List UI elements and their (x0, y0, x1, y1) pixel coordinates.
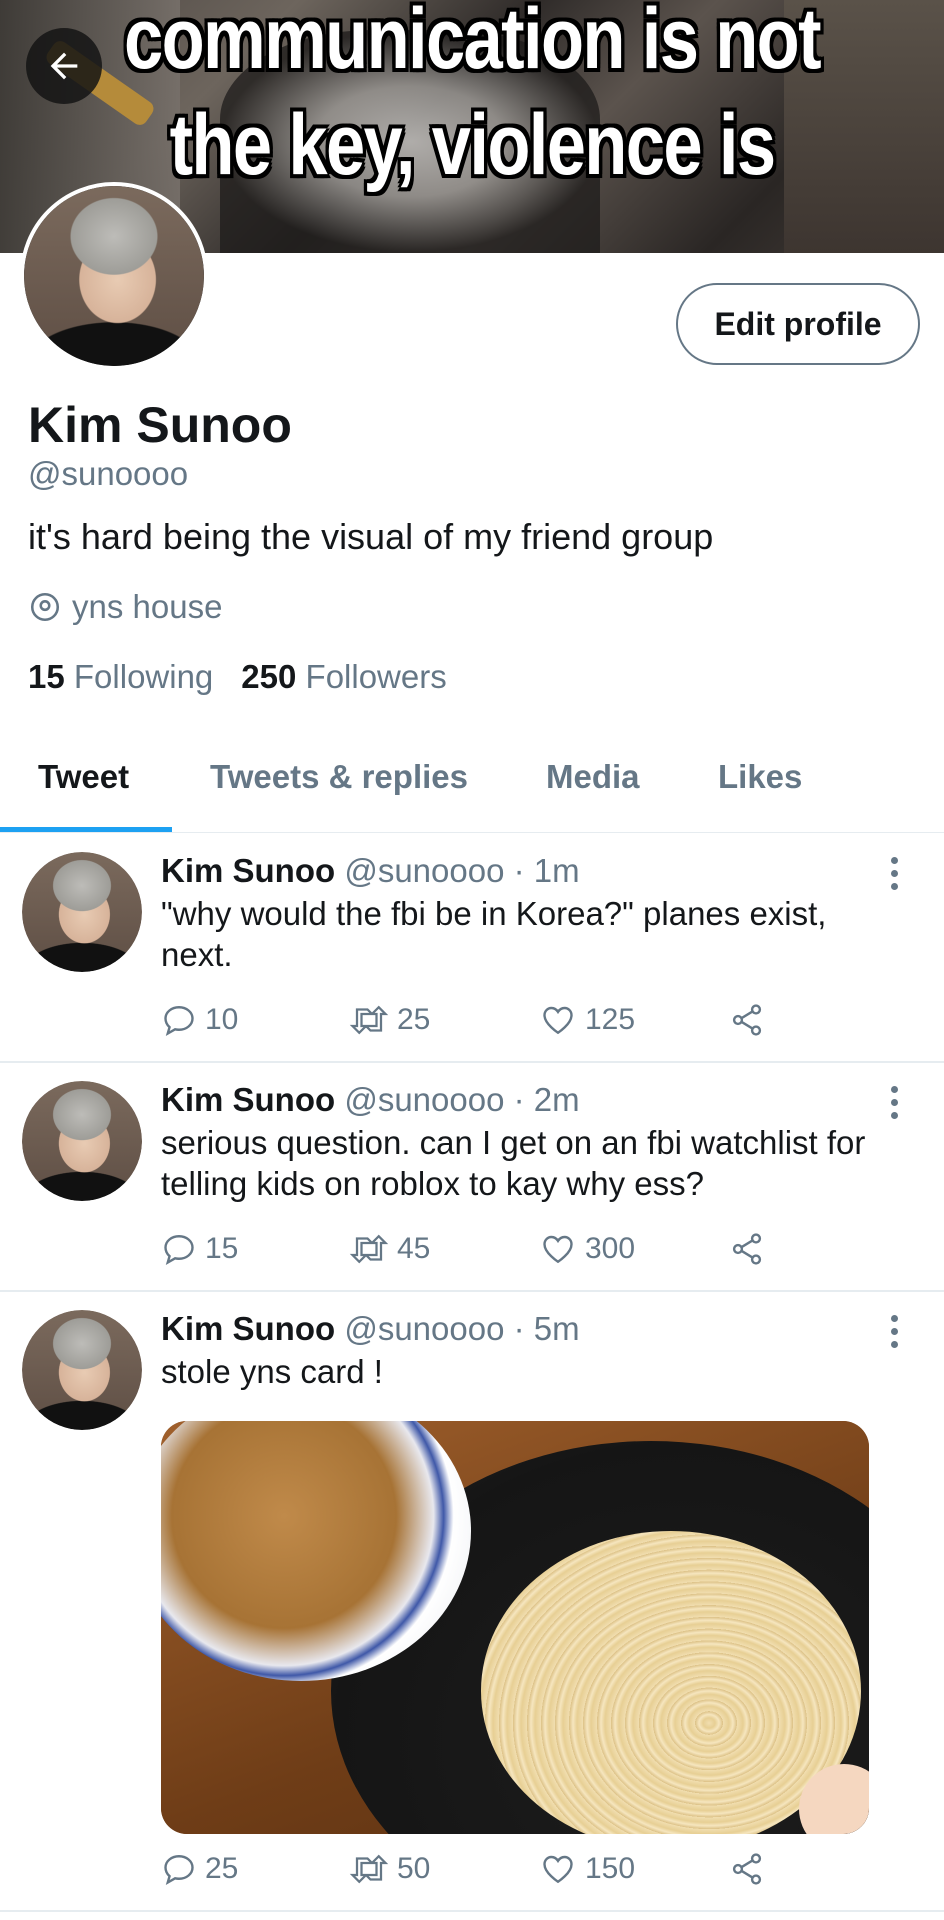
banner-caption-line: the key, violence is (169, 97, 776, 193)
retweet-icon (349, 1234, 389, 1264)
like-button[interactable]: 300 (539, 1231, 635, 1267)
location-pin-icon (30, 592, 60, 622)
back-button[interactable] (26, 28, 102, 104)
share-icon (732, 1004, 762, 1036)
followers-label: Followers (305, 658, 447, 695)
avatar-photo (24, 186, 204, 366)
reply-count: 10 (205, 1003, 239, 1036)
tweet-text: "why would the fbi be in Korea?" planes … (161, 895, 827, 973)
divider (0, 832, 944, 833)
like-icon (543, 1006, 573, 1035)
tweet-header: Kim Sunoo @sunoooo · 1m (161, 852, 580, 890)
like-count: 300 (585, 1232, 636, 1265)
followers-count: 250 (241, 658, 297, 695)
share-icon (732, 1233, 762, 1265)
tab-tweet[interactable]: Tweet (38, 758, 129, 796)
following-count: 15 (28, 658, 65, 695)
like-button[interactable]: 125 (539, 1002, 635, 1038)
follow-stats: 15 Following 250 Followers (28, 658, 447, 696)
like-button[interactable]: 150 (539, 1851, 635, 1887)
reply-button[interactable]: 15 (161, 1231, 238, 1267)
tweet-meta: @sunoooo · 2m (344, 1081, 580, 1118)
edit-profile-button[interactable]: Edit profile (676, 283, 920, 365)
tweet-meta: @sunoooo · 1m (344, 852, 580, 889)
divider (0, 1910, 944, 1912)
tweet-avatar[interactable] (22, 852, 142, 972)
retweet-count: 45 (397, 1232, 431, 1265)
retweet-button[interactable]: 50 (349, 1851, 430, 1887)
tab-likes[interactable]: Likes (718, 758, 802, 796)
tweet-author-name[interactable]: Kim Sunoo (161, 1081, 335, 1118)
tweet-avatar[interactable] (22, 1310, 142, 1430)
tweet-text: stole yns card ! (161, 1353, 383, 1390)
profile-location: yns house (28, 588, 222, 626)
reply-icon (164, 1006, 194, 1037)
avatar-photo (22, 1310, 142, 1430)
profile-name: Kim Sunoo (28, 397, 292, 453)
following-link[interactable]: 15 Following (28, 658, 213, 696)
reply-icon (164, 1855, 194, 1886)
more-options-icon[interactable] (884, 857, 904, 897)
profile-tabs: Tweet Tweets & replies Media Likes (0, 740, 944, 836)
more-options-icon[interactable] (884, 1086, 904, 1126)
tweet-actions: 25 50 150 (161, 1851, 781, 1895)
retweet-count: 25 (397, 1003, 431, 1036)
banner-caption: communication is not the key, violence i… (85, 0, 859, 198)
tweet-author-name[interactable]: Kim Sunoo (161, 852, 335, 889)
back-arrow-icon (50, 52, 78, 80)
retweet-icon (349, 1854, 389, 1884)
reply-button[interactable]: 25 (161, 1851, 238, 1887)
share-button[interactable] (729, 1231, 765, 1267)
like-icon (543, 1235, 573, 1264)
profile-handle: @sunoooo (28, 455, 189, 492)
more-options-icon[interactable] (884, 1315, 904, 1355)
share-button[interactable] (729, 1851, 765, 1887)
tweet-avatar[interactable] (22, 1081, 142, 1201)
reply-button[interactable]: 10 (161, 1002, 238, 1038)
avatar-photo (22, 852, 142, 972)
banner-caption-line: communication is not (124, 0, 822, 87)
like-icon (543, 1855, 573, 1884)
divider (0, 1061, 944, 1063)
divider (0, 1290, 944, 1292)
share-button[interactable] (729, 1002, 765, 1038)
tweet-text: serious question. can I get on an fbi wa… (161, 1124, 866, 1202)
share-icon (732, 1853, 762, 1885)
tweet-header: Kim Sunoo @sunoooo · 5m (161, 1310, 580, 1348)
profile-bio: it's hard being the visual of my friend … (28, 516, 714, 557)
retweet-button[interactable]: 25 (349, 1002, 430, 1038)
following-label: Following (73, 658, 214, 695)
retweet-count: 50 (397, 1852, 431, 1885)
like-count: 125 (585, 1003, 636, 1036)
retweet-button[interactable]: 45 (349, 1231, 430, 1267)
like-count: 150 (585, 1852, 636, 1885)
tweet-author-name[interactable]: Kim Sunoo (161, 1310, 335, 1347)
tweet-header: Kim Sunoo @sunoooo · 2m (161, 1081, 580, 1119)
followers-link[interactable]: 250 Followers (241, 658, 446, 696)
tweet-meta: @sunoooo · 5m (344, 1310, 580, 1347)
tweet-media-image[interactable] (161, 1421, 869, 1834)
tab-media[interactable]: Media (546, 758, 640, 796)
location-label: yns house (72, 588, 223, 625)
tweet-actions: 10 25 125 (161, 1002, 781, 1046)
reply-count: 15 (205, 1232, 239, 1265)
avatar-photo (22, 1081, 142, 1201)
reply-icon (164, 1235, 194, 1266)
profile-avatar[interactable] (20, 182, 208, 370)
tweet-actions: 15 45 300 (161, 1231, 781, 1275)
reply-count: 25 (205, 1852, 239, 1885)
tab-tweets-and-replies[interactable]: Tweets & replies (210, 758, 468, 796)
retweet-icon (349, 1005, 389, 1035)
